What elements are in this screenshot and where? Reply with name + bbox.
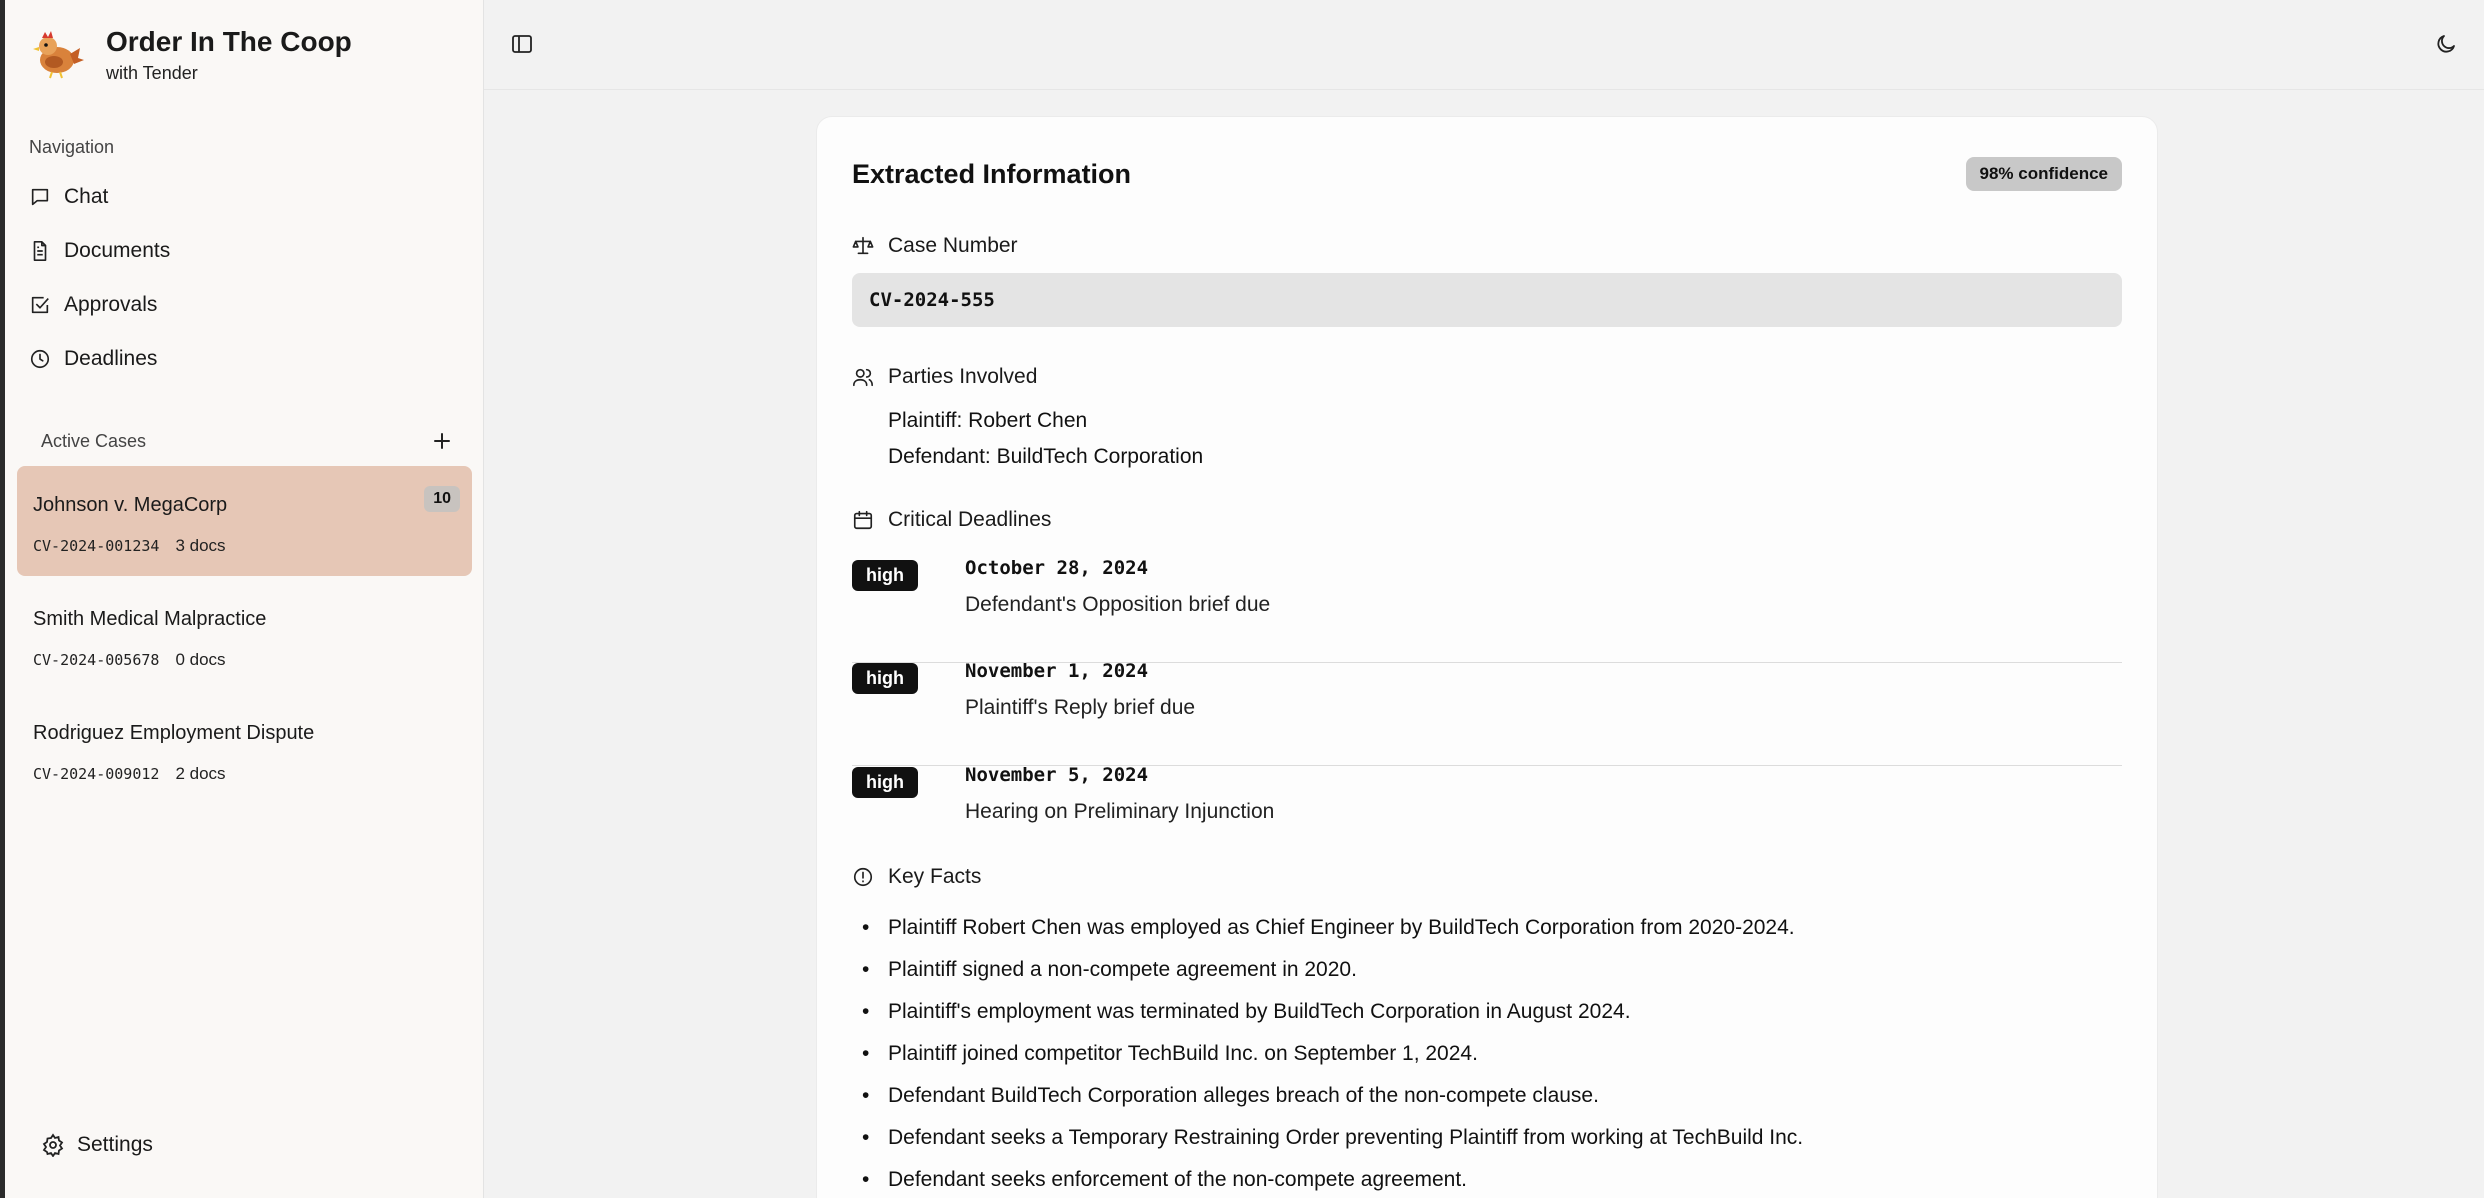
fact-text: Defendant BuildTech Corporation alleges …	[888, 1084, 1599, 1107]
clock-icon	[30, 349, 50, 369]
checkbox-icon	[31, 296, 49, 314]
confidence-badge: 98% confidence	[1965, 157, 2122, 191]
nav-item-label: Chat	[64, 185, 109, 208]
case-count-badge: 10	[424, 486, 460, 512]
nav-item-label: Documents	[64, 239, 171, 262]
gear-icon	[42, 1133, 64, 1157]
deadline-description: Defendant's Opposition brief due	[965, 593, 1271, 616]
case-number: CV-2024-009012	[33, 765, 160, 783]
top-bar	[484, 0, 2484, 90]
case-number-value: CV-2024-555	[852, 273, 2122, 327]
moon-icon[interactable]	[2434, 32, 2458, 56]
nav-item-chat[interactable]: Chat	[29, 177, 469, 217]
settings-label: Settings	[77, 1133, 153, 1156]
nav-item-deadlines[interactable]: Deadlines	[29, 339, 469, 379]
app-subtitle: with Tender	[106, 63, 198, 83]
fact-text: Plaintiff joined competitor TechBuild In…	[888, 1042, 1478, 1065]
nav-item-label: Deadlines	[64, 347, 158, 370]
case-item-rodriguez[interactable]: Rodriguez Employment Dispute CV-2024-009…	[17, 694, 472, 804]
active-cases-heading: Active Cases	[41, 431, 147, 451]
card-title: Extracted Information	[852, 159, 1132, 189]
key-facts-heading: Key Facts	[852, 865, 981, 889]
party-defendant: Defendant: BuildTech Corporation	[888, 445, 1204, 468]
deadline-description: Plaintiff's Reply brief due	[965, 696, 1196, 719]
case-doc-count: 0 docs	[175, 650, 226, 669]
settings-button[interactable]: Settings	[41, 1133, 153, 1157]
scale-icon	[852, 236, 874, 255]
list-item: • Defendant seeks a Temporary Restraining…	[852, 1123, 2122, 1165]
document-icon	[33, 241, 47, 261]
deadline-item: high November 5, 2024 Hearing on Prelimi…	[852, 764, 2122, 870]
deadline-date: October 28, 2024	[965, 557, 1149, 579]
fact-text: Plaintiff's employment was terminated by…	[888, 1000, 1631, 1023]
chicken-logo-icon	[33, 31, 84, 79]
list-item: • Plaintiff joined competitor TechBuild I…	[852, 1039, 2122, 1081]
deadline-date: November 5, 2024	[965, 764, 1149, 786]
case-name: Smith Medical Malpractice	[33, 608, 267, 630]
fact-text: Defendant seeks a Temporary Restraining …	[888, 1126, 1804, 1149]
section-label: Key Facts	[888, 865, 982, 888]
chat-icon	[31, 188, 49, 206]
sidebar-toggle-icon[interactable]	[510, 32, 534, 56]
section-label: Parties Involved	[888, 365, 1038, 388]
fact-text: Plaintiff Robert Chen was employed as Ch…	[888, 916, 1795, 939]
list-item: • Defendant BuildTech Corporation alleges…	[852, 1081, 2122, 1123]
case-name: Johnson v. MegaCorp	[33, 494, 228, 516]
case-doc-count: 2 docs	[175, 764, 226, 783]
case-name: Rodriguez Employment Dispute	[33, 722, 315, 744]
key-facts-list: • Plaintiff Robert Chen was employed as C…	[852, 913, 2122, 1198]
users-icon	[853, 368, 873, 387]
deadline-item: high October 28, 2024 Defendant's Opposi…	[852, 557, 2122, 663]
parties-heading: Parties Involved	[852, 365, 1037, 389]
fact-text: Plaintiff signed a non-compete agreement…	[888, 958, 1357, 981]
nav-heading: Navigation	[29, 137, 115, 157]
list-item: • Plaintiff's employment was terminated b…	[852, 997, 2122, 1039]
case-item-johnson[interactable]: Johnson v. MegaCorp 10 CV-2024-001234 3 …	[17, 466, 472, 576]
add-case-icon[interactable]	[430, 429, 454, 453]
section-label: Critical Deadlines	[888, 508, 1052, 531]
deadline-item: high November 1, 2024 Plaintiff's Reply …	[852, 660, 2122, 766]
case-number: CV-2024-001234	[33, 537, 160, 555]
app-title: Order In The Coop	[106, 26, 352, 57]
priority-badge: high	[852, 767, 918, 798]
party-plaintiff: Plaintiff: Robert Chen	[888, 409, 1088, 432]
priority-badge: high	[852, 560, 918, 591]
list-item: • Defendant seeks enforcement of the non-…	[852, 1165, 2122, 1198]
nav-item-approvals[interactable]: Approvals	[29, 285, 469, 325]
priority-badge: high	[852, 663, 918, 694]
case-number: CV-2024-005678	[33, 651, 160, 669]
sidebar: Order In The Coop with Tender Navigation…	[5, 0, 484, 1198]
fact-text: Defendant seeks enforcement of the non-c…	[888, 1168, 1468, 1191]
list-item: • Plaintiff signed a non-compete agreemen…	[852, 955, 2122, 997]
alert-circle-icon	[853, 867, 873, 887]
brand[interactable]: Order In The Coop with Tender	[30, 24, 352, 84]
deadline-date: November 1, 2024	[965, 660, 1149, 682]
extracted-info-card: Extracted Information 98% confidence Cas…	[816, 116, 2158, 1198]
case-item-smith[interactable]: Smith Medical Malpractice CV-2024-005678…	[17, 580, 472, 690]
deadline-description: Hearing on Preliminary Injunction	[965, 800, 1275, 823]
nav-item-label: Approvals	[64, 293, 158, 316]
section-label: Case Number	[888, 234, 1018, 257]
list-item: • Plaintiff Robert Chen was employed as C…	[852, 913, 2122, 955]
case-number-heading: Case Number	[852, 234, 1018, 258]
case-doc-count: 3 docs	[175, 536, 226, 555]
calendar-icon	[853, 510, 873, 530]
deadlines-heading: Critical Deadlines	[852, 508, 1051, 532]
nav-item-documents[interactable]: Documents	[29, 231, 469, 271]
